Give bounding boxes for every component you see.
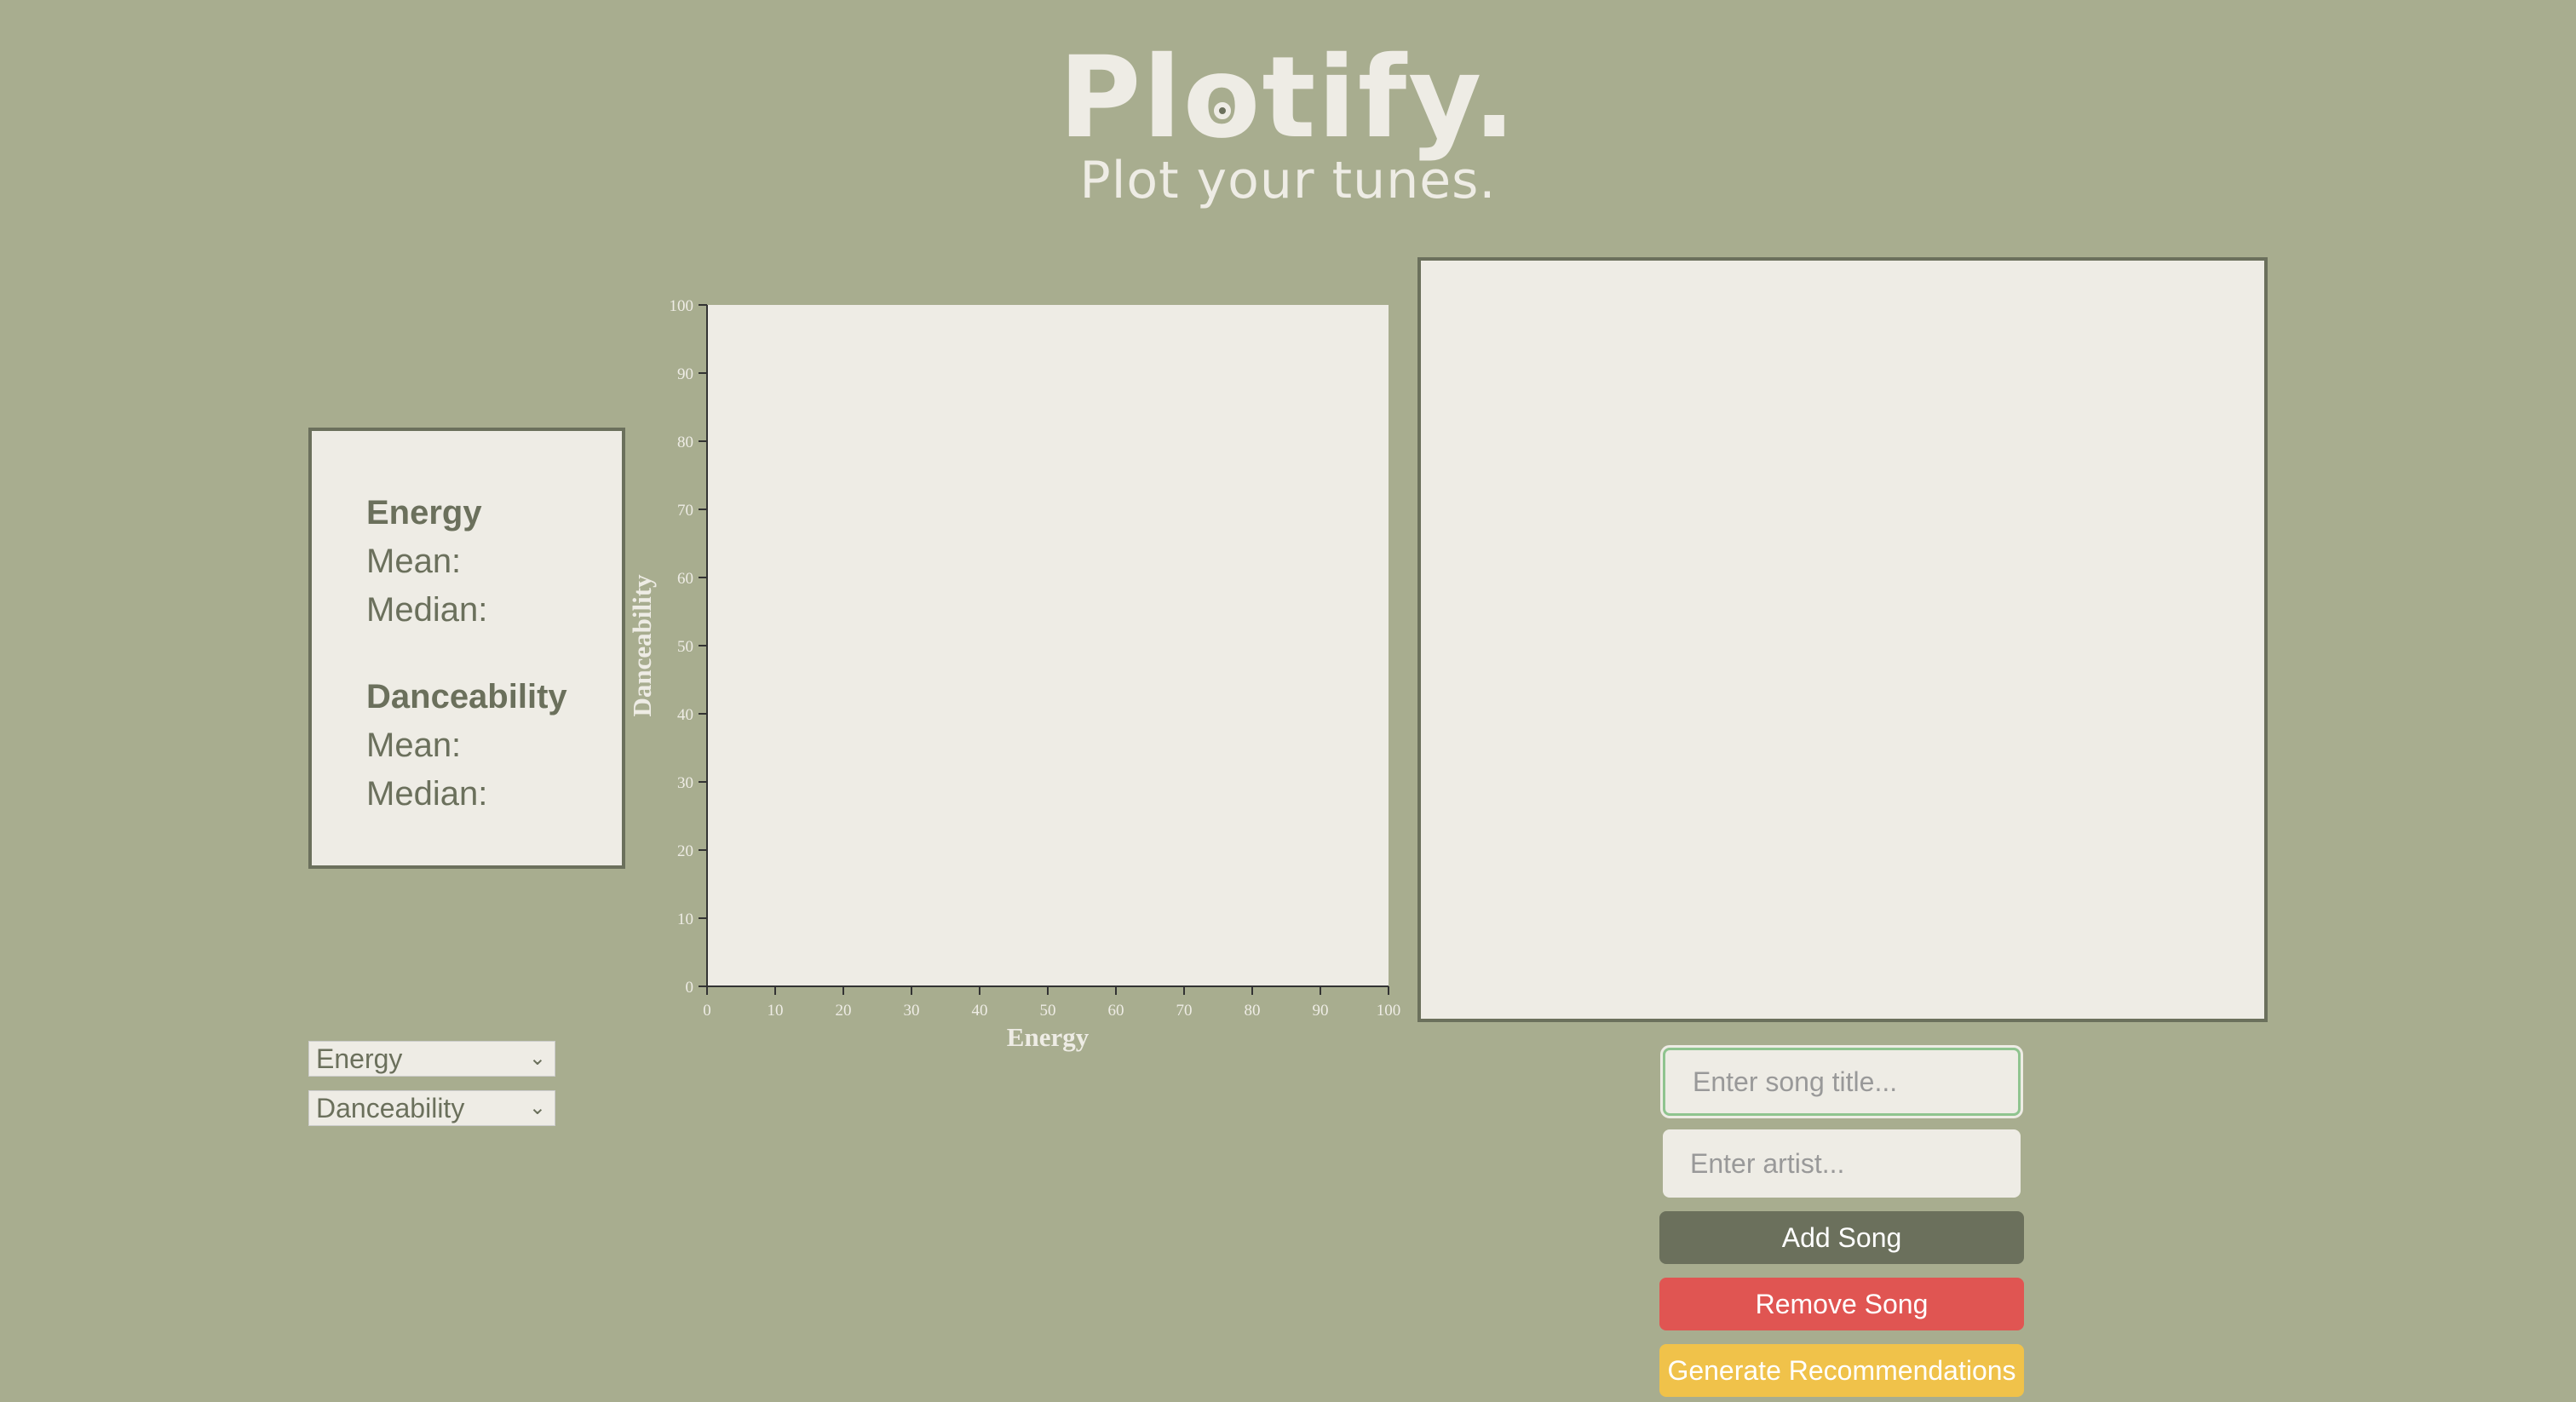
y-tick-label: 50 xyxy=(677,638,693,656)
y-tick-label: 80 xyxy=(677,434,693,451)
song-list-panel xyxy=(1417,257,2268,1022)
y-tick-label: 30 xyxy=(677,774,693,792)
y-stat-heading: Danceability xyxy=(366,678,567,715)
x-tick-label: 60 xyxy=(1108,1002,1124,1020)
logo-record-icon: o xyxy=(1183,34,1262,162)
axis-selectors: Energy ⌄ Danceability ⌄ xyxy=(308,1041,555,1140)
chevron-down-icon: ⌄ xyxy=(528,1047,546,1070)
y-tick-label: 0 xyxy=(686,979,694,997)
song-title-input[interactable]: Enter song title... xyxy=(1660,1045,2023,1118)
x-tick-label: 50 xyxy=(1040,1002,1056,1020)
x-tick-label: 80 xyxy=(1245,1002,1261,1020)
x-stat-heading: Energy xyxy=(366,494,482,531)
y-median-label: Median: xyxy=(366,775,488,813)
x-axis-select[interactable]: Energy ⌄ xyxy=(308,1041,555,1077)
scatter-plot[interactable]: 0 10 20 30 40 50 60 70 80 90 100 0 10 20 30 40 50 60 70 80 9… xyxy=(630,290,1406,1056)
stats-spacer xyxy=(366,635,622,673)
remove-song-button[interactable]: Remove Song xyxy=(1659,1278,2024,1330)
x-tick-label: 30 xyxy=(904,1002,920,1020)
x-tick-label: 70 xyxy=(1176,1002,1193,1020)
header: Plo tify. Plot your tunes. xyxy=(0,34,2576,208)
x-tick-label: 90 xyxy=(1313,1002,1329,1020)
y-tick-label: 40 xyxy=(677,706,693,724)
chevron-down-icon: ⌄ xyxy=(528,1096,546,1119)
y-tick-label: 70 xyxy=(677,502,693,520)
record-hole-icon xyxy=(1214,102,1232,119)
y-tick-label: 100 xyxy=(670,297,694,315)
y-axis-select[interactable]: Danceability ⌄ xyxy=(308,1090,555,1126)
x-mean-label: Mean: xyxy=(366,543,462,580)
x-tick-label: 40 xyxy=(972,1002,988,1020)
y-axis-title: Danceability xyxy=(630,574,657,717)
logo: Plo tify. xyxy=(1059,34,1518,162)
logo-text-end: tify. xyxy=(1262,32,1518,164)
logo-text-start: Pl xyxy=(1058,32,1183,164)
y-tick-label: 20 xyxy=(677,842,693,860)
x-median-label: Median: xyxy=(366,591,488,629)
artist-input[interactable]: Enter artist... xyxy=(1663,1129,2021,1198)
y-tick-label: 60 xyxy=(677,570,693,588)
x-tick-label: 10 xyxy=(768,1002,784,1020)
y-axis-select-value: Danceability xyxy=(316,1093,465,1123)
y-tick-label: 90 xyxy=(677,365,693,383)
x-tick-label: 100 xyxy=(1377,1002,1401,1020)
x-axis-title: Energy xyxy=(1007,1022,1090,1052)
x-tick-label: 0 xyxy=(703,1002,711,1020)
x-tick-label: 20 xyxy=(836,1002,852,1020)
x-axis-select-value: Energy xyxy=(316,1043,403,1074)
plot-area xyxy=(707,305,1389,986)
stats-panel: Energy Mean: Median: Danceability Mean: … xyxy=(308,428,625,869)
logo-o-letter: o xyxy=(1182,32,1262,164)
add-song-button[interactable]: Add Song xyxy=(1659,1211,2024,1264)
generate-recommendations-button[interactable]: Generate Recommendations xyxy=(1659,1344,2024,1397)
y-mean-label: Mean: xyxy=(366,727,462,764)
song-form: Enter song title... Enter artist... Add … xyxy=(1659,1045,2024,1397)
y-tick-label: 10 xyxy=(677,911,693,928)
